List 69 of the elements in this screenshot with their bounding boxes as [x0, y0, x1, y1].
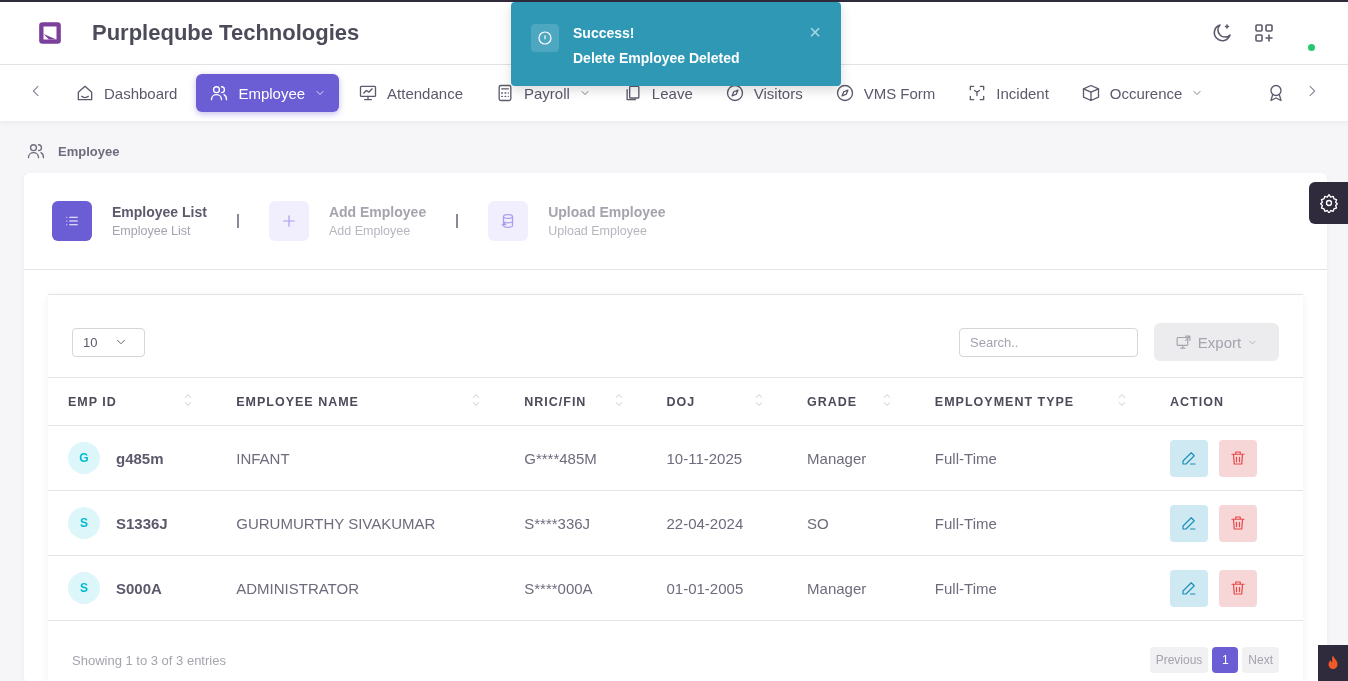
table-cell: 01-01-2005	[666, 579, 744, 597]
pagination-button[interactable]: 1	[1212, 647, 1239, 673]
column-header[interactable]: EMPLOYEE NAME	[236, 394, 359, 409]
box-icon	[1080, 83, 1101, 103]
breadcrumb: Employee	[58, 143, 120, 159]
table-cell: Full-Time	[934, 514, 997, 532]
edit-button[interactable]	[1170, 439, 1209, 477]
flame-icon	[1318, 645, 1348, 681]
delete-button[interactable]	[1219, 569, 1258, 607]
page-size-select[interactable]: 10	[72, 327, 145, 357]
table-cell: g485m	[116, 449, 164, 467]
toast-message: Delete Employee Deleted	[573, 50, 741, 66]
step-tab[interactable]: Employee List Employee List	[52, 201, 207, 241]
table-cell: S****000A	[524, 579, 593, 597]
info-circle-icon	[536, 29, 554, 47]
trash-icon	[1229, 449, 1248, 467]
app-title: Purpleqube Technologies	[92, 20, 360, 46]
table-cell: Full-Time	[934, 579, 997, 597]
compass-icon	[724, 83, 745, 103]
table-cell: S****336J	[524, 514, 591, 532]
nav-tab[interactable]: Dashboard	[62, 74, 191, 112]
nav-tab[interactable]: Visitors	[711, 74, 816, 112]
delete-button[interactable]	[1219, 504, 1258, 542]
table-cell: Manager	[807, 579, 867, 597]
table-cell: GURUMURTHY SIVAKUMAR	[236, 514, 436, 532]
nav-tab[interactable]: Leave	[609, 74, 706, 112]
nav-tab[interactable]: Incident	[954, 74, 1062, 112]
delete-button[interactable]	[1219, 439, 1258, 477]
table-cell: 10-11-2025	[666, 449, 743, 467]
monitor-icon	[358, 83, 379, 103]
edit-button[interactable]	[1170, 504, 1209, 542]
online-status-dot	[1308, 44, 1315, 51]
settings-button[interactable]	[1309, 182, 1348, 224]
column-header[interactable]: NRIC/FIN	[524, 394, 587, 409]
table-cell: SO	[807, 514, 829, 532]
avatar: G	[68, 442, 100, 474]
table-cell: INFANT	[236, 449, 290, 467]
column-header[interactable]: ACTION	[1170, 394, 1224, 409]
nav-tab[interactable]: Employee	[196, 74, 340, 112]
home-icon	[75, 83, 95, 103]
trash-icon	[1229, 579, 1248, 597]
column-header[interactable]: DOJ	[666, 394, 696, 409]
users-icon	[209, 83, 230, 103]
table-cell: 22-04-2024	[666, 514, 744, 532]
table-cell: Manager	[807, 449, 867, 467]
avatar: S	[68, 507, 100, 539]
search-field[interactable]: Search..	[959, 327, 1138, 357]
table-cell: ADMINISTRATOR	[236, 579, 359, 597]
avatar: S	[68, 572, 100, 604]
apps-add-icon	[1252, 21, 1276, 45]
users-icon	[26, 141, 46, 161]
nav-tab[interactable]: VMS Form	[821, 74, 949, 112]
column-header[interactable]: EMPLOYMENT TYPE	[934, 394, 1075, 409]
nav-tab[interactable]: Attendance	[345, 74, 476, 112]
entries-info: Showing 1 to 3 of 3 entries	[72, 652, 226, 668]
table-cell: S000A	[116, 579, 162, 597]
edit-button[interactable]	[1170, 569, 1209, 607]
settings-icon	[1318, 193, 1339, 213]
nav-tab[interactable]: Occurence	[1067, 74, 1217, 112]
compass-icon	[834, 83, 855, 103]
toast-title: Success!	[573, 25, 636, 41]
column-header[interactable]: EMP ID	[68, 394, 117, 409]
export-icon	[1174, 333, 1192, 351]
table-cell: G****485M	[524, 449, 597, 467]
column-header[interactable]: GRADE	[807, 394, 858, 409]
trash-icon	[1229, 514, 1248, 532]
table-cell: Full-Time	[934, 449, 997, 467]
table-cell: S1336J	[116, 514, 168, 532]
nav-tab[interactable]: Payroll	[482, 74, 604, 112]
